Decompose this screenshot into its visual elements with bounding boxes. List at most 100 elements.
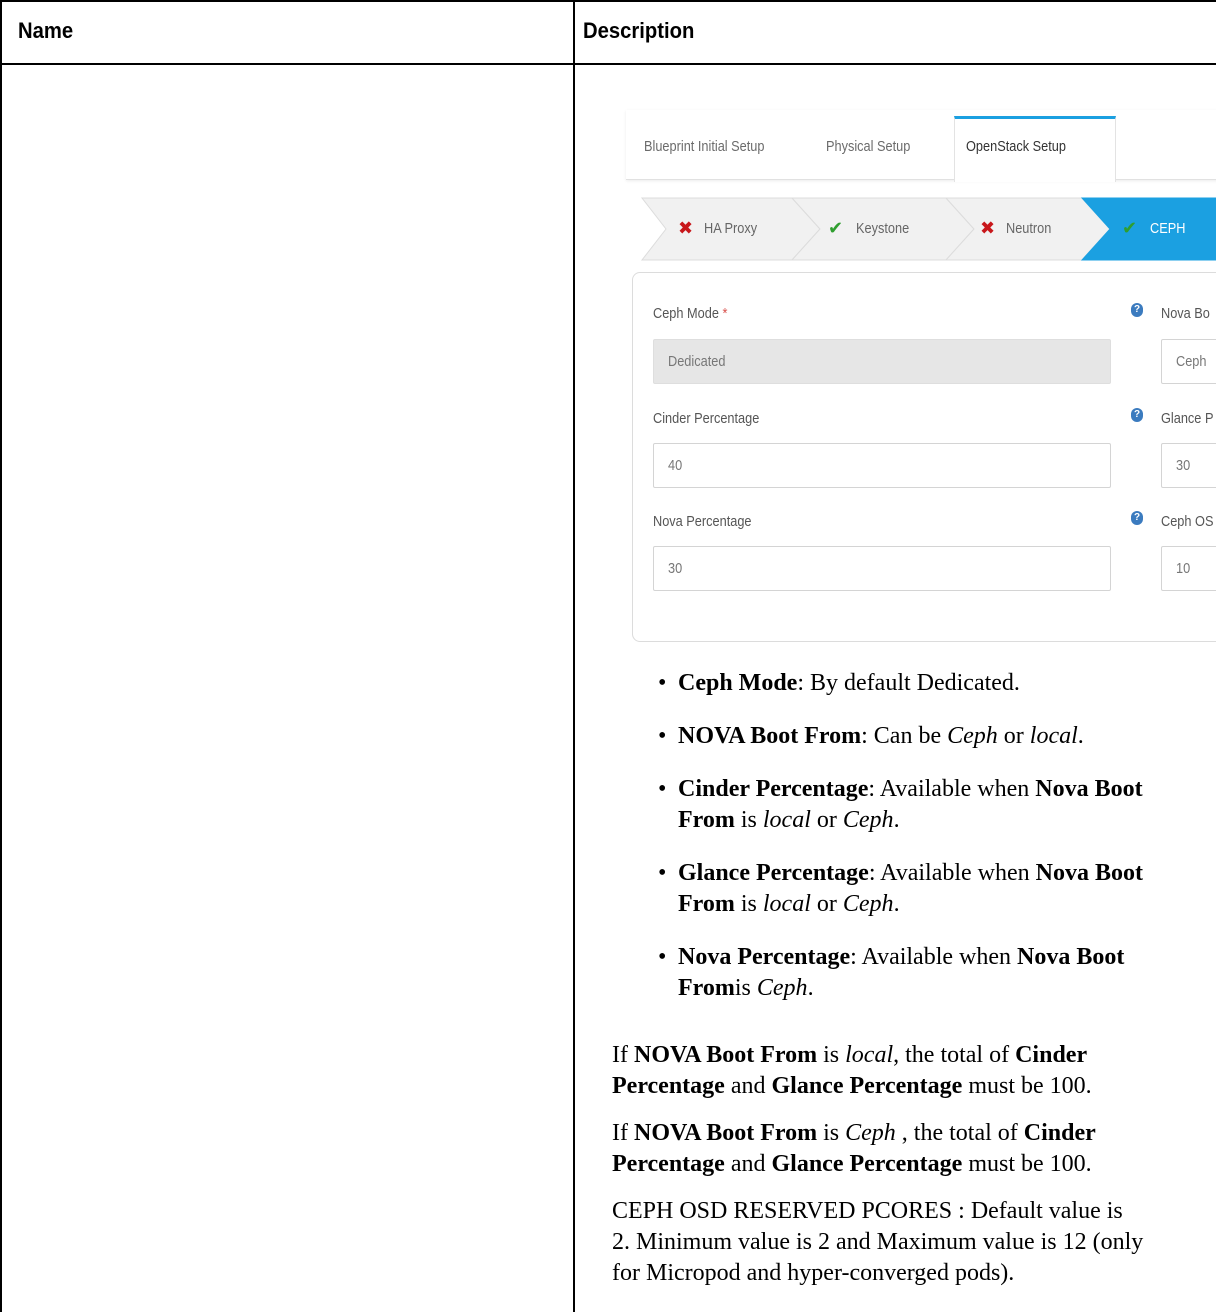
option-value: Ceph (842, 807, 894, 833)
term: From (678, 807, 735, 833)
text: must be 100. (962, 1073, 1092, 1099)
required-mark: * (722, 305, 728, 322)
term: Cinder Percentage (678, 776, 869, 802)
check-mark-icon: ✔ (828, 218, 844, 238)
paragraph-line: Percentage and Glance Percentage must be… (612, 1071, 1092, 1102)
tab-physical-setup[interactable]: Physical Setup (826, 138, 910, 155)
definition: : By default Dedicated. (797, 670, 1020, 696)
x-mark-icon: ✖ (980, 218, 996, 238)
paragraph-ceph-rule: If NOVA Boot From is Ceph , the total of… (612, 1118, 1096, 1180)
definition: . (1077, 723, 1084, 749)
step-neutron[interactable]: Neutron (1006, 220, 1051, 237)
term: Glance Percentage (771, 1073, 963, 1099)
definition: : Available when (868, 776, 1036, 802)
ceph-settings-panel: Ceph Mode * ? Dedicated Cinder Percentag… (632, 272, 1216, 642)
term: Percentage (612, 1151, 725, 1177)
option-value: Ceph (947, 723, 998, 749)
term: Glance Percentage (678, 860, 869, 886)
text: If (612, 1042, 634, 1068)
cinder-percentage-field[interactable]: 40 (653, 443, 1111, 488)
bullet-dot: • (658, 860, 667, 886)
text: is (817, 1042, 846, 1068)
option-value: local (845, 1042, 894, 1068)
nova-percentage-value: 30 (668, 560, 683, 577)
info-icon[interactable]: ? (1131, 303, 1143, 317)
paragraph-local-rule: If NOVA Boot From is local, the total of… (612, 1040, 1092, 1102)
term: From (678, 891, 735, 917)
definition: : Available when (868, 860, 1036, 886)
nova-boot-from-value: Ceph (1176, 353, 1207, 370)
definition: or (810, 807, 843, 833)
bullet-dot: • (658, 670, 667, 696)
term: From (678, 975, 735, 1001)
ceph-mode-field: Dedicated (653, 339, 1111, 384)
cinder-percentage-label: Cinder Percentage (653, 410, 760, 427)
nova-percentage-label: Nova Percentage (653, 513, 752, 530)
term: Nova Boot (1035, 776, 1143, 802)
paragraph-line: for Micropod and hyper-converged pods). (612, 1260, 1015, 1286)
option-value: Ceph (842, 891, 894, 917)
term: Nova Percentage (678, 944, 851, 970)
definition: . (893, 807, 900, 833)
list-item-text: Fromis Ceph. (678, 973, 814, 1004)
ceph-osd-label: Ceph OS (1161, 513, 1214, 530)
table-column-divider (573, 0, 575, 1312)
nova-percentage-field[interactable]: 30 (653, 546, 1111, 591)
text: , the total of (893, 1042, 1016, 1068)
text: and (724, 1151, 772, 1177)
header-description: Description (583, 18, 695, 43)
term: NOVA Boot From (633, 1042, 818, 1068)
ceph-mode-label-text: Ceph Mode (653, 305, 719, 322)
ceph-osd-value: 10 (1176, 560, 1191, 577)
paragraph-line: CEPH OSD RESERVED PCORES : Default value… (612, 1198, 1123, 1224)
term: Cinder (1015, 1042, 1088, 1068)
ceph-wizard-steps: ✖ HA Proxy ✔ Keystone ✖ Neutron ✔ CEPH (612, 194, 1216, 264)
term: Glance Percentage (771, 1151, 963, 1177)
x-mark-icon: ✖ (678, 218, 694, 238)
ceph-mode-value: Dedicated (668, 353, 726, 370)
paragraph-line: 2. Minimum value is 2 and Maximum value … (612, 1229, 1144, 1255)
paragraph-line: If NOVA Boot From is local, the total of… (612, 1040, 1092, 1071)
glance-percentage-field[interactable]: 30 (1161, 443, 1216, 488)
list-item-text: From is local or Ceph. (678, 889, 900, 920)
definition: . (893, 891, 900, 917)
nova-boot-from-label: Nova Bo (1161, 305, 1210, 322)
nova-boot-from-field[interactable]: Ceph (1161, 339, 1216, 384)
ceph-mode-label: Ceph Mode * (653, 305, 727, 322)
paragraph-line: If NOVA Boot From is Ceph , the total of… (612, 1118, 1096, 1149)
list-item-text: Nova Percentage: Available when Nova Boo… (678, 942, 1124, 973)
info-icon[interactable]: ? (1131, 408, 1143, 422)
text: If (612, 1120, 634, 1146)
check-mark-icon: ✔ (1122, 218, 1138, 238)
step-keystone[interactable]: Keystone (856, 220, 909, 237)
step-ceph[interactable]: CEPH (1150, 220, 1185, 237)
setup-tab-bar: Blueprint Initial Setup Physical Setup O… (626, 110, 1216, 182)
info-icon[interactable]: ? (1131, 511, 1143, 525)
header-name: Name (18, 18, 74, 43)
tab-openstack-setup[interactable]: OpenStack Setup (966, 138, 1066, 155)
tab-blueprint-initial-setup[interactable]: Blueprint Initial Setup (644, 138, 765, 155)
definition: : Available when (850, 944, 1018, 970)
list-item-text: NOVA Boot From: Can be Ceph or local. (678, 721, 1084, 752)
paragraph-line: Percentage and Glance Percentage must be… (612, 1149, 1096, 1180)
ceph-setup-screenshot: Blueprint Initial Setup Physical Setup O… (612, 80, 1216, 666)
term: NOVA Boot From (678, 723, 862, 749)
text: and (724, 1073, 772, 1099)
definition: : Can be (861, 723, 948, 749)
term: Nova Boot (1017, 944, 1125, 970)
term: Percentage (612, 1073, 725, 1099)
glance-percentage-label: Glance P (1161, 410, 1214, 427)
definition: is (734, 807, 763, 833)
definition: is (734, 891, 763, 917)
text: must be 100. (962, 1151, 1092, 1177)
list-item-text: Cinder Percentage: Available when Nova B… (678, 774, 1143, 805)
term: Cinder (1023, 1120, 1096, 1146)
step-ha-proxy[interactable]: HA Proxy (704, 220, 757, 237)
list-item-text: Ceph Mode: By default Dedicated. (678, 668, 1020, 699)
term: Ceph Mode (678, 670, 798, 696)
text: , the total of (895, 1120, 1024, 1146)
glance-percentage-value: 30 (1176, 457, 1191, 474)
definition: is (734, 975, 757, 1001)
ceph-osd-field[interactable]: 10 (1161, 546, 1216, 591)
definition: or (997, 723, 1030, 749)
